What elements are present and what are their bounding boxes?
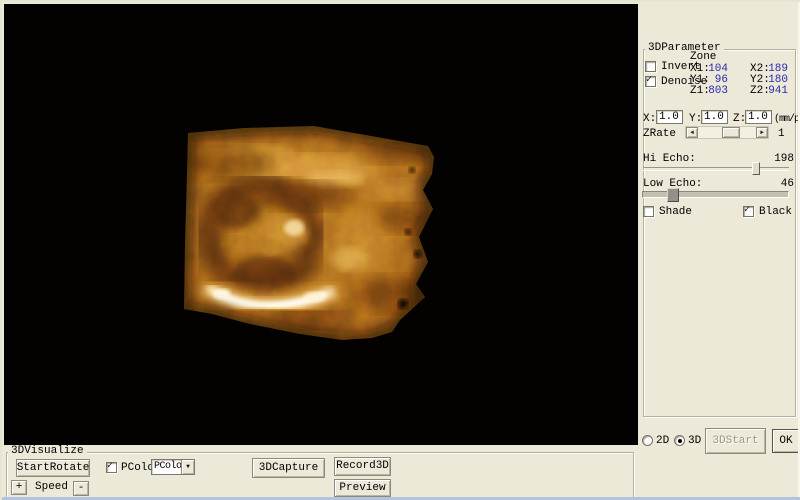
radio-2d[interactable] <box>642 435 653 446</box>
zone-z2-label: Z2: <box>750 86 770 97</box>
pcolor-checkbox[interactable]: ✓ <box>106 462 117 473</box>
black-label[interactable]: Black <box>759 207 792 218</box>
shade-checkbox[interactable] <box>643 206 654 217</box>
3dstart-button[interactable]: 3DStart <box>705 428 766 454</box>
speed-label: Speed <box>35 482 68 493</box>
dropdown-arrow-icon[interactable]: ▼ <box>181 460 194 474</box>
invert-checkbox[interactable] <box>645 61 656 72</box>
zrate-scrollbar-thumb[interactable] <box>722 127 740 138</box>
shade-label[interactable]: Shade <box>659 207 692 218</box>
zrate-label: ZRate <box>643 129 676 140</box>
visualize-group-title: 3DVisualize <box>8 446 87 457</box>
zone-z2-value: 941 <box>768 86 788 97</box>
zone-z1-value: 803 <box>708 86 728 97</box>
scale-x-input[interactable] <box>656 110 683 124</box>
check-icon: ✓ <box>646 75 652 86</box>
record3d-button[interactable]: Record3D <box>334 457 391 476</box>
render-viewport <box>4 4 638 445</box>
black-checkbox[interactable]: ✓ <box>743 206 754 217</box>
3dcapture-button[interactable]: 3DCapture <box>252 458 325 478</box>
ultrasound-3d-render[interactable] <box>4 4 638 445</box>
radio-3d-label[interactable]: 3D <box>688 436 701 447</box>
check-icon: ✓ <box>107 461 113 472</box>
scale-z-input[interactable] <box>745 110 772 124</box>
parameter-groupbox <box>643 49 796 417</box>
scale-x-label: X: <box>643 114 656 125</box>
hi-echo-slider-thumb[interactable] <box>752 162 760 175</box>
scale-unit-label: (mm/p) <box>774 114 800 125</box>
low-echo-slider-track[interactable] <box>642 191 789 198</box>
scale-y-input[interactable] <box>701 110 728 124</box>
speed-minus-button[interactable]: - <box>73 481 89 496</box>
speed-plus-button[interactable]: + <box>11 480 27 495</box>
ok-button[interactable]: OK <box>772 429 800 453</box>
zrate-scrollbar[interactable]: ◄ ► <box>685 126 769 139</box>
zrate-scroll-right-icon[interactable]: ► <box>756 127 768 138</box>
zone-title: Zone <box>690 52 716 63</box>
zone-z1-label: Z1: <box>690 86 710 97</box>
hi-echo-value: 198 <box>770 154 794 165</box>
radio-3d[interactable] <box>674 435 685 446</box>
hi-echo-label: Hi Echo: <box>643 154 696 165</box>
radio-2d-label[interactable]: 2D <box>656 436 669 447</box>
check-icon: ✓ <box>744 205 750 216</box>
start-rotate-button[interactable]: StartRotate <box>16 459 90 477</box>
radio-dot <box>678 439 682 443</box>
hi-echo-slider-track[interactable] <box>643 167 789 171</box>
preview-button[interactable]: Preview <box>334 479 391 497</box>
denoise-checkbox[interactable]: ✓ <box>645 76 656 87</box>
pcolor-dropdown[interactable]: PColor ▼ <box>151 459 195 475</box>
app-window: 3DParameter Invert ✓ Denoise Zone X1: 10… <box>0 0 800 500</box>
zrate-scroll-left-icon[interactable]: ◄ <box>686 127 698 138</box>
low-echo-value: 46 <box>770 179 794 190</box>
zrate-value: 1 <box>778 129 785 140</box>
low-echo-slider-thumb[interactable] <box>667 188 679 202</box>
